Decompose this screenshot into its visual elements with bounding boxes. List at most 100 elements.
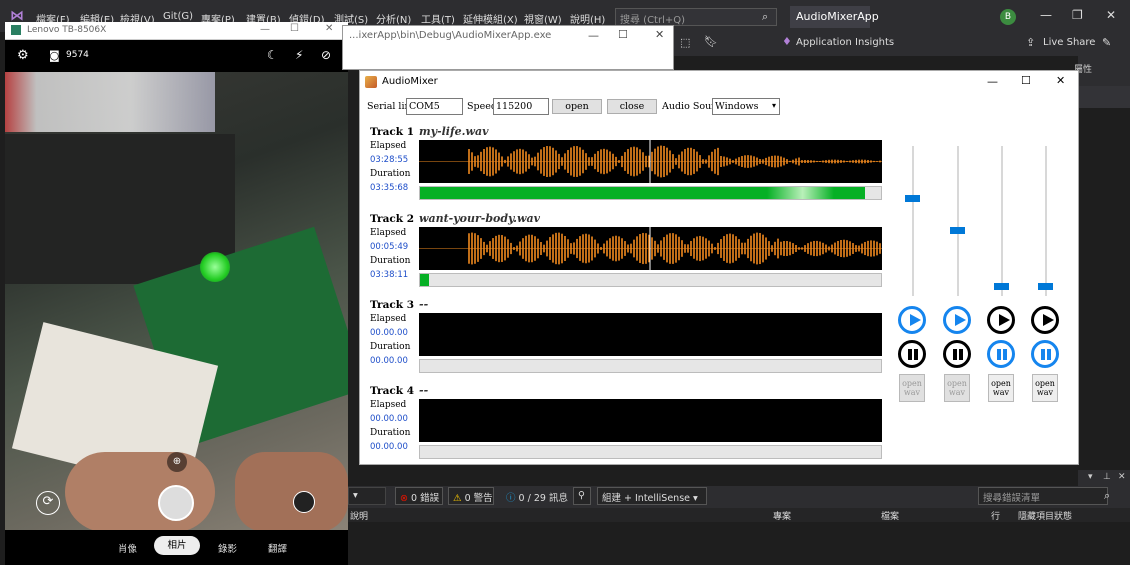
maximize-icon[interactable]: ☐ (1021, 74, 1031, 87)
bookmark-icon[interactable]: 🔖︎ (704, 35, 718, 48)
mode-translate[interactable]: 翻譯 (268, 541, 287, 555)
vs-search-input[interactable]: 搜尋 (Ctrl+Q) (615, 8, 777, 26)
audiomixer-window: AudioMixer — ☐ ✕ Serial line: COM5 Speed… (359, 70, 1079, 465)
track-progress-bar[interactable] (419, 445, 882, 459)
menu-item[interactable]: 工具(T) (421, 11, 455, 26)
volume-slider-thumb[interactable] (905, 195, 920, 202)
maximize-icon[interactable]: ❐ (1072, 8, 1083, 22)
col-suppression[interactable]: 隱藏項目狀態 (1018, 509, 1072, 522)
warning-icon: ⚠ (453, 493, 462, 504)
close-button[interactable]: close (607, 99, 657, 114)
volume-slider-track[interactable] (912, 146, 914, 296)
serial-line-input[interactable]: COM5 (406, 98, 463, 115)
mode-video[interactable]: 錄影 (218, 541, 237, 555)
volume-slider-thumb[interactable] (1038, 283, 1053, 291)
app-icon (365, 76, 377, 88)
errors-filter-button[interactable]: ⊗ 0 錯誤 (395, 487, 443, 505)
pause-button[interactable] (987, 340, 1015, 368)
open-wav-button[interactable]: open wav (1032, 374, 1058, 402)
open-wav-button[interactable]: open wav (988, 374, 1014, 402)
gallery-thumbnail[interactable] (293, 491, 315, 513)
close-pane-icon[interactable]: ✕ (1118, 472, 1126, 482)
play-button[interactable] (898, 306, 926, 334)
menu-item[interactable]: 分析(N) (376, 11, 411, 26)
col-description[interactable]: 說明 (350, 509, 368, 522)
volume-slider-track[interactable] (1001, 146, 1003, 296)
track-filename: -- (419, 298, 429, 311)
scope-dropdown[interactable]: ▾ (348, 487, 386, 505)
pin-icon[interactable]: ⊥ (1103, 472, 1111, 482)
error-list-grid (348, 522, 1130, 565)
settings-icon[interactable]: ⚙ (17, 48, 29, 63)
messages-filter-button[interactable]: ⓘ 0 / 29 訊息 (501, 487, 568, 505)
flash-off-icon[interactable]: ⚡︎ (295, 48, 303, 62)
track-name: Track 2 (370, 213, 415, 225)
menu-item[interactable]: 說明(H) (570, 11, 605, 26)
play-button[interactable] (1031, 306, 1059, 334)
maximize-icon[interactable]: ☐ (618, 28, 628, 41)
col-project[interactable]: 專案 (773, 509, 791, 522)
close-icon[interactable]: ✕ (325, 23, 333, 34)
live-share-button[interactable]: Live Share (1043, 37, 1095, 48)
audio-source-select[interactable]: Windows ▾ (712, 98, 780, 115)
minimize-icon[interactable]: — (588, 29, 599, 42)
app-insights-button[interactable]: Application Insights (796, 37, 894, 48)
track-name: Track 1 (370, 126, 415, 138)
speed-input[interactable]: 115200 (493, 98, 549, 115)
camera-viewfinder: ⊕ ⟳ (5, 72, 348, 530)
search-icon[interactable]: ⌕ (762, 10, 768, 24)
track-progress-bar[interactable] (419, 273, 882, 287)
col-file[interactable]: 檔案 (881, 509, 899, 522)
open-wav-button[interactable]: open wav (944, 374, 970, 402)
minimize-icon[interactable]: — (260, 24, 270, 35)
menu-item[interactable]: 延伸模組(X) (463, 11, 518, 26)
avatar[interactable]: B (1000, 9, 1016, 25)
mode-portrait[interactable]: 肖像 (118, 541, 137, 555)
play-button[interactable] (987, 306, 1015, 334)
menu-item[interactable]: Git(G) (163, 11, 193, 22)
maximize-icon[interactable]: ☐ (290, 23, 299, 34)
error-icon: ⊗ (400, 493, 408, 504)
hand (65, 452, 215, 530)
vs-logo-icon: ⋈ (10, 8, 24, 24)
play-icon (999, 314, 1010, 326)
volume-slider-thumb[interactable] (994, 283, 1009, 291)
warnings-filter-button[interactable]: ⚠ 0 警告 (448, 487, 494, 505)
open-wav-button[interactable]: open wav (899, 374, 925, 402)
pause-button[interactable] (1031, 340, 1059, 368)
track-progress-bar[interactable] (419, 186, 882, 200)
volume-slider-thumb[interactable] (950, 227, 965, 235)
elapsed-label: Elapsed (370, 314, 407, 324)
close-icon[interactable]: ✕ (1056, 74, 1065, 87)
elapsed-label: Elapsed (370, 400, 407, 410)
close-icon[interactable]: ✕ (1106, 8, 1116, 22)
minimize-icon[interactable]: — (1040, 8, 1052, 22)
col-line[interactable]: 行 (991, 509, 1000, 522)
volume-slider-track[interactable] (1045, 146, 1047, 296)
toolbar-icon[interactable]: ⬚ (680, 36, 690, 49)
close-icon[interactable]: ✕ (655, 28, 664, 41)
volume-slider-track[interactable] (957, 146, 959, 296)
night-mode-icon[interactable]: ☾ (267, 48, 278, 62)
track-progress-bar[interactable] (419, 359, 882, 373)
play-button[interactable] (943, 306, 971, 334)
feedback-icon[interactable]: ✎ (1102, 36, 1111, 49)
error-list-search[interactable]: 搜尋錯誤清單 (978, 487, 1108, 505)
dropdown-icon[interactable]: ▾ (1088, 472, 1093, 482)
shutter-button[interactable] (158, 485, 194, 521)
menu-item[interactable]: 視窗(W) (524, 11, 562, 26)
build-filter-dropdown[interactable]: 組建 + IntelliSense ▾ (597, 487, 707, 505)
lightbulb-icon[interactable]: ♦ (782, 35, 792, 48)
open-button[interactable]: open (552, 99, 602, 114)
zoom-icon[interactable]: ⊕ (167, 452, 187, 472)
vs-solution-title: AudioMixerApp (790, 6, 879, 28)
minimize-icon[interactable]: — (987, 75, 998, 88)
pause-button[interactable] (943, 340, 971, 368)
timer-off-icon[interactable]: ⊘ (321, 48, 331, 62)
mode-photo[interactable]: 相片 (154, 536, 200, 555)
filter-icon[interactable]: ⚲ (573, 487, 591, 505)
waveform-display (419, 140, 882, 183)
pause-button[interactable] (898, 340, 926, 368)
search-icon[interactable]: ⌕ (1104, 489, 1110, 503)
switch-camera-icon[interactable]: ⟳ (36, 491, 60, 515)
